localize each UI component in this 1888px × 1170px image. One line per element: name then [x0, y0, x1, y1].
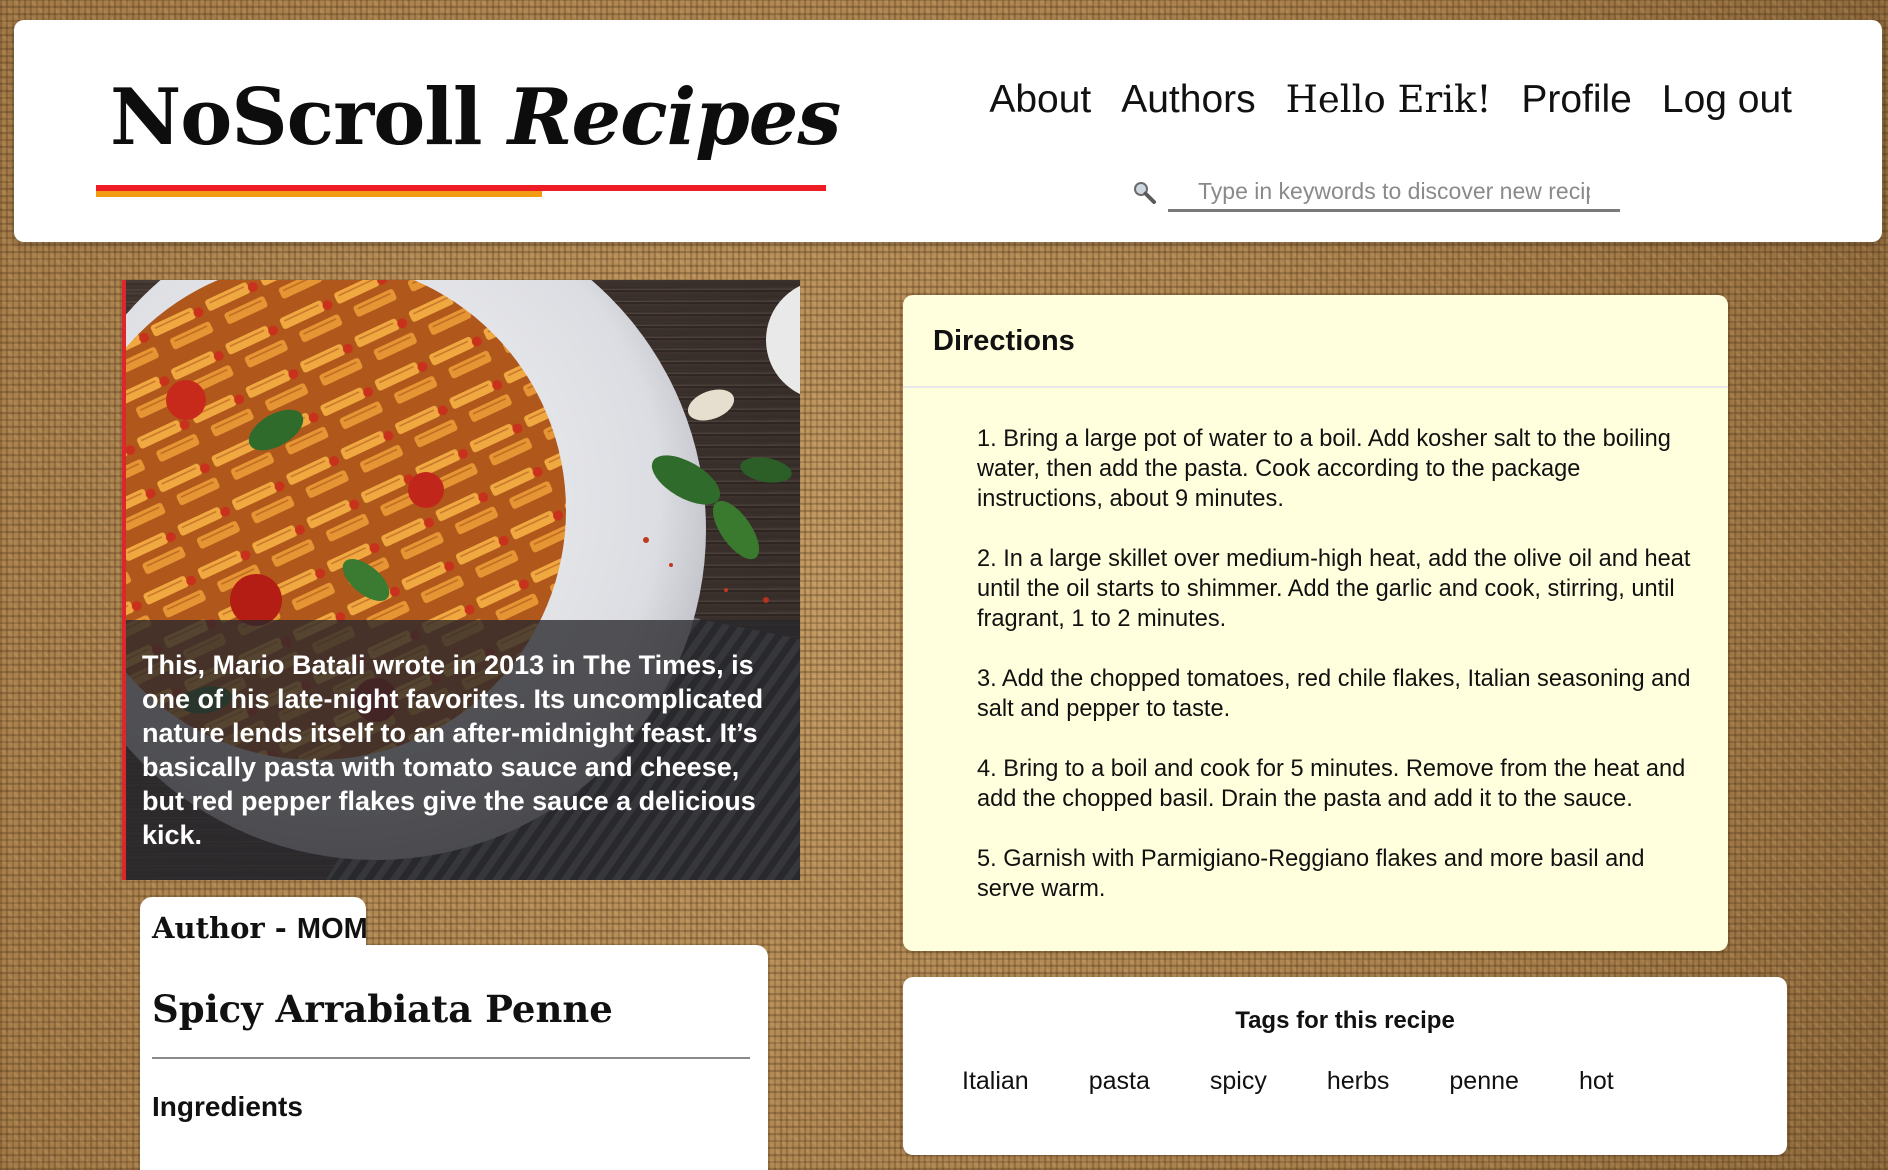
nav-logout-link[interactable]: Log out	[1662, 78, 1792, 122]
tag-item[interactable]: herbs	[1327, 1067, 1390, 1096]
direction-step: 3. Add the chopped tomatoes, red chile f…	[977, 666, 1691, 722]
nav-about-link[interactable]: About	[989, 78, 1091, 122]
site-header: NoScroll Recipes About Authors Hello Eri…	[14, 20, 1882, 242]
directions-list: 1. Bring a large pot of water to a boil.…	[903, 388, 1728, 904]
search-input[interactable]	[1168, 174, 1620, 212]
directions-heading: Directions	[903, 295, 1728, 388]
main-nav: About Authors Hello Erik! Profile Log ou…	[989, 78, 1792, 122]
recipe-description: This, Mario Batali wrote in 2013 in The …	[126, 620, 800, 880]
tags-list: Italian pasta spicy herbs penne hot	[962, 1067, 1674, 1096]
direction-step: 2. In a large skillet over medium-high h…	[977, 546, 1691, 632]
recipe-title: Spicy Arrabiata Penne	[152, 987, 750, 1059]
logo-text-italic: Recipes	[507, 72, 842, 163]
tag-item[interactable]: hot	[1579, 1067, 1614, 1096]
tags-heading: Tags for this recipe	[1235, 1007, 1455, 1034]
recipe-hero-image: This, Mario Batali wrote in 2013 in The …	[122, 280, 800, 880]
direction-step: 4. Bring to a boil and cook for 5 minute…	[977, 756, 1686, 812]
nav-profile-link[interactable]: Profile	[1521, 78, 1632, 122]
ingredients-heading: Ingredients	[152, 1091, 303, 1122]
tag-item[interactable]: spicy	[1210, 1067, 1267, 1096]
tag-item[interactable]: pasta	[1089, 1067, 1150, 1096]
nav-authors-link[interactable]: Authors	[1121, 78, 1255, 122]
magnifier-icon	[1134, 182, 1156, 204]
tags-panel: Tags for this recipe Italian pasta spicy…	[903, 977, 1787, 1155]
direction-step: 5. Garnish with Parmigiano-Reggiano flak…	[977, 846, 1645, 902]
nav-greeting: Hello Erik!	[1285, 78, 1492, 121]
direction-step: 1. Bring a large pot of water to a boil.…	[977, 426, 1671, 512]
directions-panel: Directions 1. Bring a large pot of water…	[903, 295, 1728, 951]
tag-item[interactable]: penne	[1449, 1067, 1519, 1096]
tag-item[interactable]: Italian	[962, 1067, 1029, 1096]
recipe-card: Spicy Arrabiata Penne Ingredients	[140, 945, 768, 1170]
logo-underline-orange	[96, 191, 542, 197]
logo-text-plain: NoScroll	[110, 72, 483, 163]
site-logo[interactable]: NoScroll Recipes	[110, 72, 842, 163]
author-name[interactable]: MOM	[297, 913, 368, 945]
author-label: Author -	[152, 911, 297, 945]
